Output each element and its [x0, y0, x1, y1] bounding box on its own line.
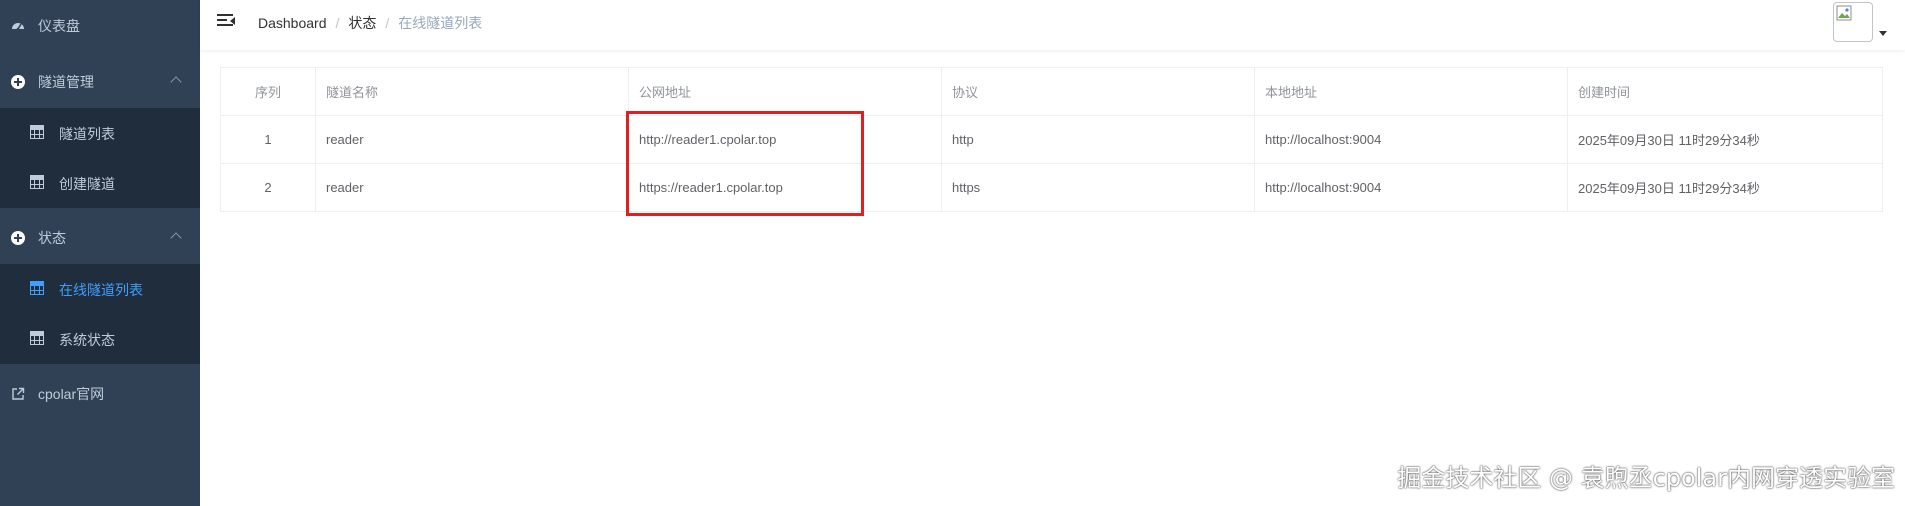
navbar: Dashboard / 状态 / 在线隧道列表: [200, 0, 1905, 50]
breadcrumb-home[interactable]: Dashboard: [258, 15, 327, 31]
column-header-tunnel-name: 隧道名称: [316, 68, 629, 115]
menu-item-dashboard[interactable]: 仪表盘: [0, 0, 200, 52]
sidebar: 仪表盘 隧道管理 隧道列表 创建隧道 状态 在线隧道列表 系统状态 cpolar…: [0, 0, 200, 506]
sidebar-label-online-tunnels: 在线隧道列表: [59, 282, 143, 298]
cell-protocol: https: [942, 164, 1255, 211]
hamburger-icon[interactable]: [217, 14, 235, 30]
sidebar-item-system-status[interactable]: 系统状态: [0, 314, 200, 364]
sidebar-item-online-tunnels[interactable]: 在线隧道列表: [0, 264, 200, 314]
sidebar-item-tunnel-list[interactable]: 隧道列表: [0, 108, 200, 158]
cell-created-time: 2025年09月30日 11时29分34秒: [1578, 133, 1760, 148]
online-tunnels-table: 序列 隧道名称 公网地址 协议 本地地址 创建时间 1 reader http:…: [220, 67, 1883, 212]
grid-icon: [30, 125, 44, 139]
table-header-row: 序列 隧道名称 公网地址 协议 本地地址 创建时间: [221, 68, 1882, 116]
grid-icon: [30, 175, 44, 189]
table-row: 2 reader https://reader1.cpolar.top http…: [221, 164, 1882, 212]
watermark: 掘金技术社区 @ 袁煦丞cpolar内网穿透实验室: [1397, 464, 1895, 492]
chevron-up-icon: [170, 76, 182, 88]
breadcrumb: Dashboard / 状态 / 在线隧道列表: [258, 13, 482, 33]
sidebar-label-tunnel-list: 隧道列表: [59, 126, 115, 142]
caret-down-icon[interactable]: [1879, 31, 1887, 36]
column-header-local-address: 本地地址: [1255, 68, 1568, 115]
cell-index: 1: [221, 116, 316, 163]
breadcrumb-separator: /: [335, 15, 340, 31]
cell-tunnel-name: reader: [316, 164, 629, 211]
grid-icon: [30, 331, 44, 345]
table-row: 1 reader http://reader1.cpolar.top http …: [221, 116, 1882, 164]
menu-item-cpolar-site[interactable]: cpolar官网: [0, 368, 200, 420]
menu-label-cpolar-site: cpolar官网: [38, 386, 105, 402]
cell-tunnel-name: reader: [316, 116, 629, 163]
grid-icon: [30, 281, 44, 295]
cell-local-address: http://localhost:9004: [1255, 164, 1568, 211]
chevron-up-icon: [170, 232, 182, 244]
column-header-public-address: 公网地址: [629, 68, 942, 115]
cell-local-address: http://localhost:9004: [1255, 116, 1568, 163]
column-header-index: 序列: [221, 68, 316, 115]
cell-public-address[interactable]: http://reader1.cpolar.top: [629, 116, 942, 163]
cell-protocol: http: [942, 116, 1255, 163]
avatar-image[interactable]: [1833, 2, 1873, 42]
menu-label-dashboard: 仪表盘: [38, 18, 80, 34]
dashboard-icon: [10, 18, 26, 34]
sidebar-label-create-tunnel: 创建隧道: [59, 176, 115, 192]
menu-label-status: 状态: [38, 230, 66, 246]
cell-index: 2: [221, 164, 316, 211]
menu-label-tunnel-management: 隧道管理: [38, 74, 94, 90]
plus-circle-icon: [10, 74, 26, 90]
plus-circle-icon: [10, 230, 26, 246]
menu-item-tunnel-management[interactable]: 隧道管理: [0, 56, 200, 108]
external-link-icon: [10, 386, 26, 402]
submenu-tunnel-management: 隧道列表 创建隧道: [0, 108, 200, 208]
cell-created-time: 2025年09月30日 11时29分34秒: [1578, 181, 1760, 196]
menu-item-status[interactable]: 状态: [0, 212, 200, 264]
column-header-protocol: 协议: [942, 68, 1255, 115]
submenu-status: 在线隧道列表 系统状态: [0, 264, 200, 364]
breadcrumb-separator: /: [385, 15, 390, 31]
breadcrumb-current: 在线隧道列表: [398, 15, 483, 31]
column-header-created-time: 创建时间: [1578, 85, 1631, 100]
sidebar-item-create-tunnel[interactable]: 创建隧道: [0, 158, 200, 208]
breadcrumb-status[interactable]: 状态: [348, 13, 376, 33]
cell-public-address[interactable]: https://reader1.cpolar.top: [629, 164, 942, 211]
sidebar-label-system-status: 系统状态: [59, 332, 115, 348]
